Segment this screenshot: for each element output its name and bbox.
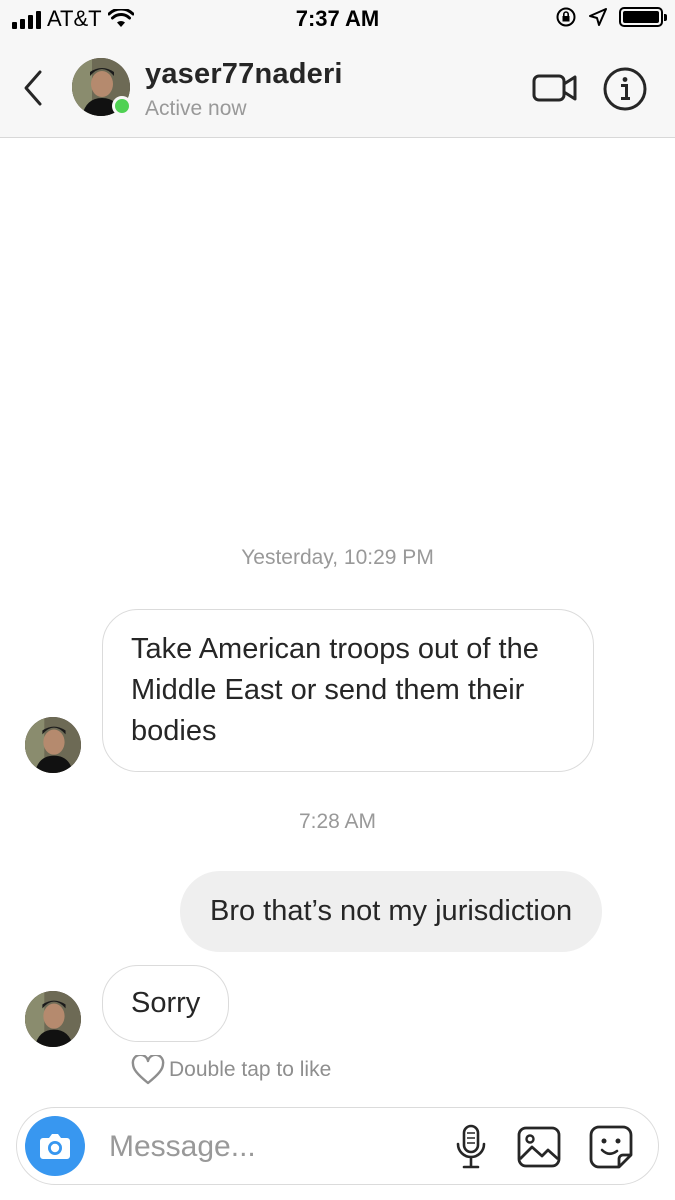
camera-icon	[40, 1134, 70, 1159]
microphone-icon[interactable]	[453, 1124, 489, 1170]
sticker-icon[interactable]	[589, 1125, 633, 1169]
like-hint-label: Double tap to like	[169, 1058, 332, 1081]
sender-avatar[interactable]	[25, 991, 81, 1047]
message-bubble-outgoing[interactable]: Bro that’s not my jurisdiction	[180, 871, 603, 952]
info-icon[interactable]	[602, 66, 648, 112]
back-chevron-icon[interactable]	[18, 68, 48, 108]
message-input[interactable]	[107, 1122, 441, 1172]
message-bubble-incoming[interactable]: Sorry	[102, 965, 230, 1042]
active-status: Active now	[145, 97, 247, 120]
status-bar: AT&T 7:37 AM	[0, 0, 675, 40]
header-avatar[interactable]	[72, 58, 132, 116]
orientation-lock-icon	[556, 7, 576, 27]
camera-button[interactable]	[25, 1116, 85, 1176]
sender-avatar[interactable]	[25, 717, 81, 773]
message-bubble-incoming[interactable]: Take American troops out of the Middle E…	[102, 609, 594, 772]
heart-icon	[131, 1055, 165, 1085]
battery-icon	[619, 7, 667, 27]
direct-message-screen: AT&T 7:37 AM yaser77naderi Active now Ye…	[0, 0, 675, 1200]
double-tap-like-hint[interactable]: Double tap to like	[131, 1055, 331, 1085]
conversation-header: yaser77naderi Active now	[0, 40, 675, 138]
thread-timestamp: Yesterday, 10:29 PM	[241, 546, 434, 569]
header-username[interactable]: yaser77naderi	[145, 58, 343, 91]
video-call-icon[interactable]	[532, 70, 578, 106]
message-composer	[16, 1107, 659, 1185]
location-icon	[589, 8, 607, 26]
thread-timestamp: 7:28 AM	[298, 810, 377, 833]
online-indicator	[112, 96, 132, 116]
gallery-icon[interactable]	[517, 1126, 561, 1168]
